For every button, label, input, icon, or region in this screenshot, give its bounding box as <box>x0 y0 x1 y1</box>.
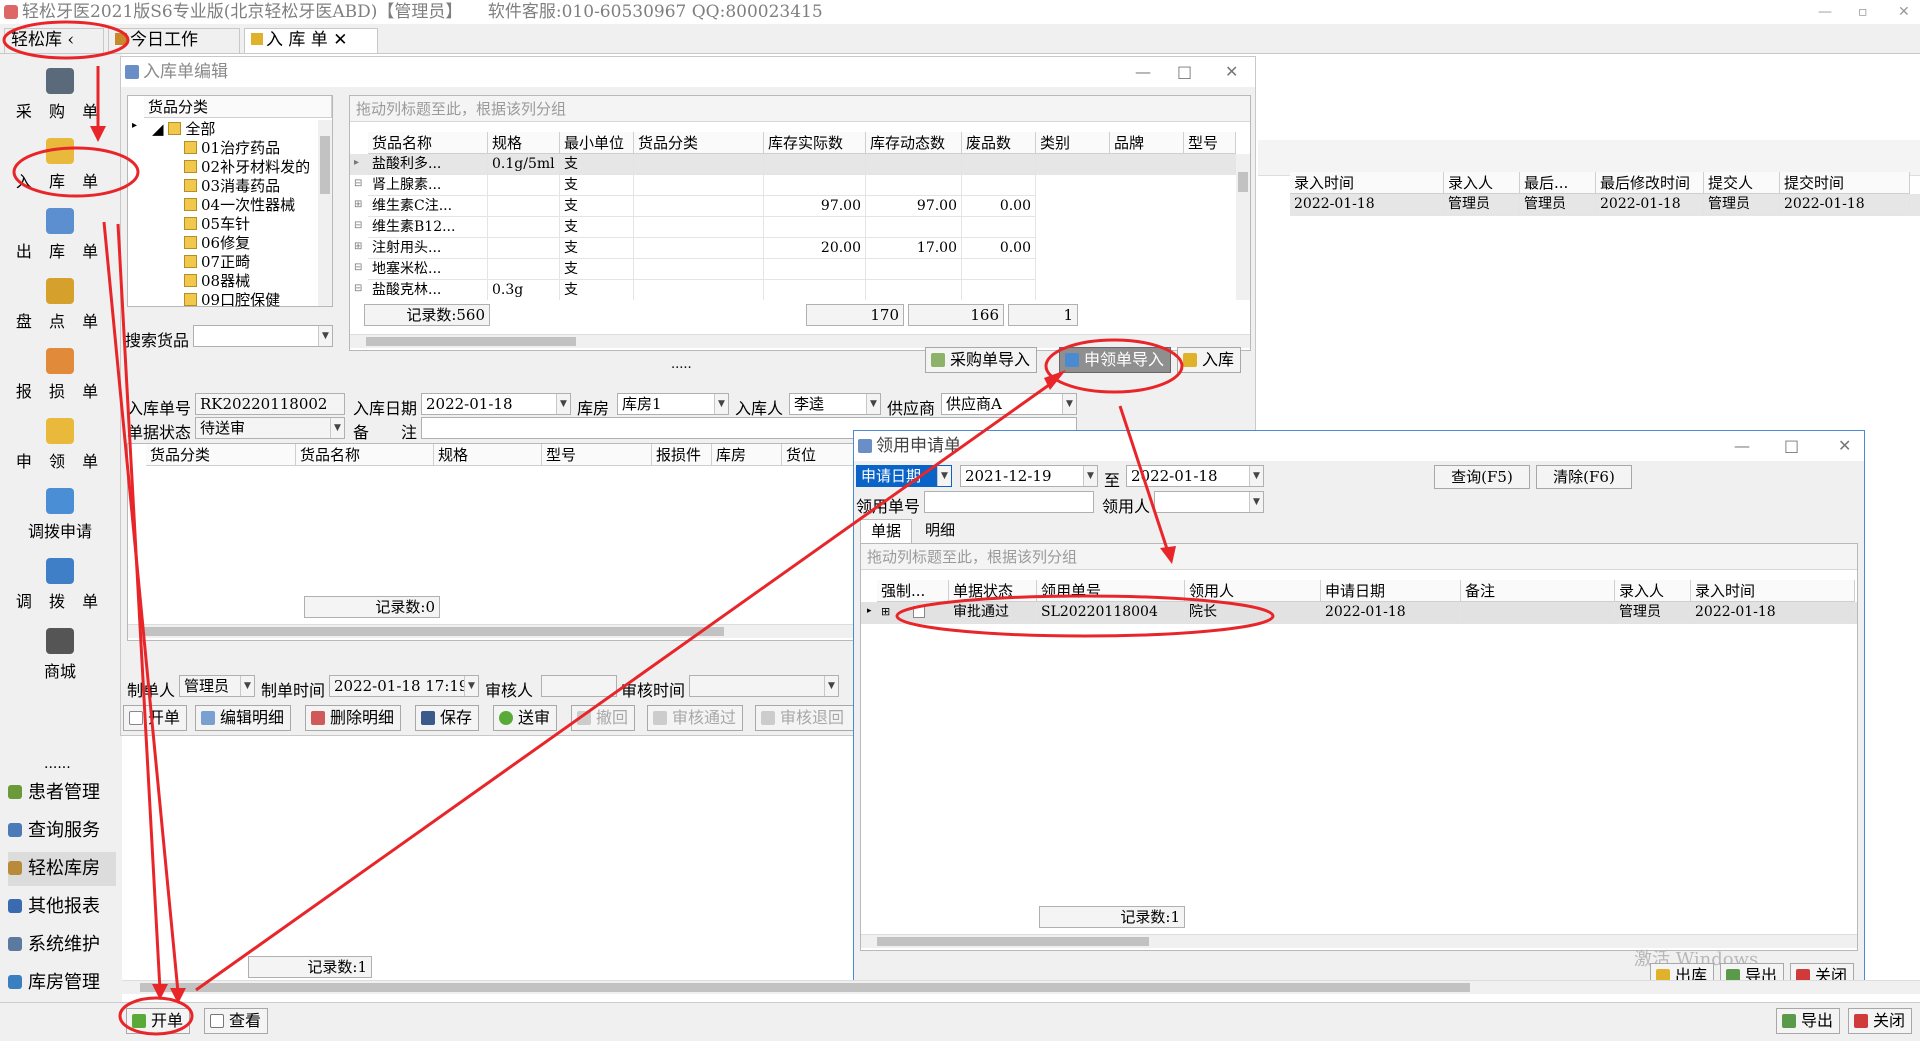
annotation-arrow <box>116 223 162 991</box>
annotation-ellipse-tab <box>2 20 130 60</box>
annotation-ellipse-row <box>895 594 1275 638</box>
annotation-arrow <box>195 378 1057 992</box>
annotation-arrow <box>1118 405 1170 553</box>
annotation-arrow <box>102 221 180 993</box>
annotation-ellipse-inbound <box>12 146 140 198</box>
annotation-ellipse-new <box>118 996 194 1036</box>
annotation-overlay <box>2 20 1275 1036</box>
annotation-ellipse-apply-import <box>1044 338 1184 394</box>
